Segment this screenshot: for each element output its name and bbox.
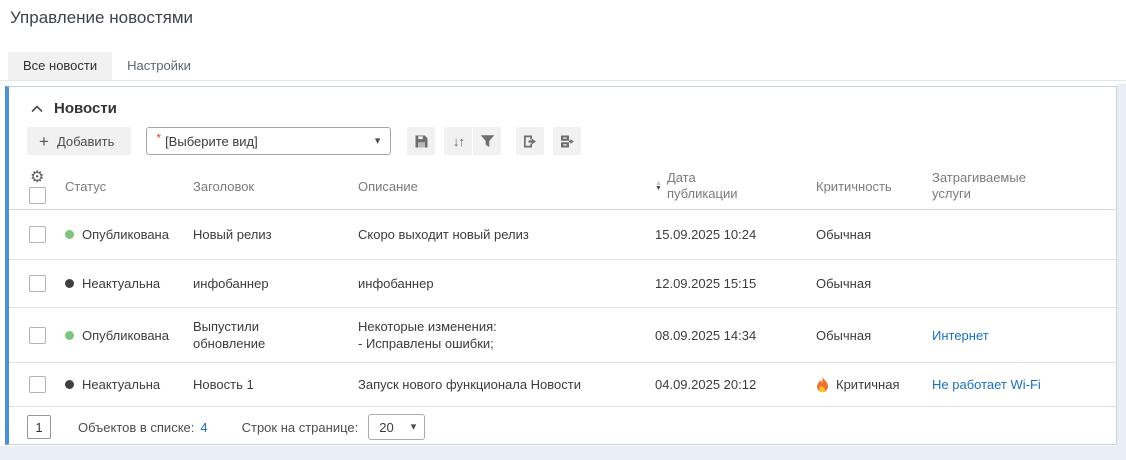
export-structure-icon (559, 134, 575, 149)
horizontal-scrollbar[interactable] (0, 446, 1126, 460)
collapse-chevron-icon[interactable] (31, 105, 43, 113)
panel-title: Новости (54, 100, 117, 117)
column-header-date[interactable]: ▲ ▼ Дата публикации (655, 163, 816, 209)
criticality-label: Критичная (836, 377, 900, 392)
add-button-label: Добавить (57, 134, 114, 149)
objects-count-label: Объектов в списке: (78, 420, 194, 435)
publish-date: 04.09.2025 20:12 (655, 377, 756, 392)
toolbar: + Добавить * [Выберите вид] ▾ ↓↑ (27, 127, 1116, 155)
save-view-button[interactable] (407, 127, 435, 155)
filter-icon (480, 134, 495, 148)
table-footer: 1 Объектов в списке: 4 Строк на странице… (9, 407, 1116, 447)
news-title: Выпустили обновление (193, 318, 323, 352)
column-header-date-label: Дата публикации (667, 170, 751, 202)
add-button[interactable]: + Добавить (27, 127, 131, 155)
caret-down-icon: ▾ (375, 136, 381, 147)
caret-down-icon: ▾ (411, 422, 417, 433)
status-dot (65, 279, 74, 288)
status-dot (65, 331, 74, 340)
table-header: ⚙ Статус Заголовок Описание ▲ ▼ Дата пуб… (9, 163, 1116, 210)
objects-count-value[interactable]: 4 (200, 420, 207, 435)
news-panel: Новости + Добавить * [Выберите вид] ▾ ↓↑ (5, 86, 1117, 445)
publish-date: 08.09.2025 14:34 (655, 328, 756, 343)
news-title: инфобаннер (193, 275, 269, 292)
sort-indicator: ▲ ▼ (655, 181, 662, 191)
column-settings-gear-icon[interactable]: ⚙ (30, 170, 44, 186)
page-number-button[interactable]: 1 (27, 415, 51, 439)
status-label: Опубликована (82, 328, 169, 343)
table-row[interactable]: Неактуальна инфобаннер инфобаннер 12.09.… (9, 260, 1116, 308)
publish-date: 15.09.2025 10:24 (655, 227, 756, 242)
status-dot (65, 230, 74, 239)
tab-all-news[interactable]: Все новости (8, 52, 112, 80)
status-label: Неактуальна (82, 276, 160, 291)
affected-services-link[interactable]: Не работает Wi-Fi (932, 377, 1041, 392)
tab-bar: Все новости Настройки (0, 52, 1126, 81)
export-button[interactable] (516, 127, 544, 155)
column-header-services[interactable]: Затрагиваемые услуги (932, 163, 1116, 209)
news-title: Новый релиз (193, 226, 272, 243)
sort-button[interactable]: ↓↑ (444, 127, 472, 155)
row-checkbox[interactable] (29, 376, 46, 393)
column-header-title[interactable]: Заголовок (193, 163, 358, 209)
save-icon (414, 134, 429, 149)
publish-date: 12.09.2025 15:15 (655, 276, 756, 291)
row-checkbox[interactable] (29, 226, 46, 243)
filter-button[interactable] (473, 127, 501, 155)
news-table: ⚙ Статус Заголовок Описание ▲ ▼ Дата пуб… (9, 163, 1116, 447)
page-title: Управление новостями (10, 8, 193, 28)
news-title: Новость 1 (193, 376, 254, 393)
vertical-scrollbar[interactable] (1117, 84, 1126, 446)
column-header-description[interactable]: Описание (358, 163, 655, 209)
status-dot (65, 380, 74, 389)
required-asterisk: * (156, 131, 161, 145)
criticality-label: Обычная (816, 227, 871, 242)
column-header-services-label: Затрагиваемые услуги (932, 170, 1050, 202)
criticality-label: Обычная (816, 328, 871, 343)
sort-desc-icon: ▼ (655, 186, 662, 191)
affected-services-link[interactable]: Интернет (932, 328, 989, 343)
status-label: Неактуальна (82, 377, 160, 392)
tab-settings[interactable]: Настройки (112, 52, 206, 80)
rows-per-page-select[interactable]: 20 ▾ (368, 414, 425, 440)
column-header-status[interactable]: Статус (65, 163, 193, 209)
news-description: Скоро выходит новый релиз (358, 226, 529, 243)
status-label: Опубликована (82, 227, 169, 242)
view-select[interactable]: * [Выберите вид] ▾ (146, 127, 391, 155)
row-checkbox[interactable] (29, 275, 46, 292)
export-structure-button[interactable] (553, 127, 581, 155)
plus-icon: + (39, 133, 49, 150)
criticality-label: Обычная (816, 276, 871, 291)
column-header-criticality[interactable]: Критичность (816, 163, 932, 209)
select-all-checkbox[interactable] (29, 187, 46, 204)
rows-per-page-label: Строк на странице: (242, 420, 359, 435)
rows-per-page-value: 20 (379, 420, 410, 435)
export-icon (522, 134, 538, 149)
panel-header: Новости (9, 87, 1116, 117)
news-description: Некоторые изменения: - Исправлены ошибки… (358, 318, 497, 352)
sort-arrows-icon: ↓↑ (453, 134, 464, 149)
row-checkbox[interactable] (29, 327, 46, 344)
table-row[interactable]: Опубликована Выпустили обновление Некото… (9, 308, 1116, 363)
table-row[interactable]: Опубликована Новый релиз Скоро выходит н… (9, 210, 1116, 260)
table-row[interactable]: Неактуальна Новость 1 Запуск нового функ… (9, 363, 1116, 407)
critical-flame-icon (816, 377, 829, 393)
news-description: Запуск нового функционала Новости (358, 376, 581, 393)
news-description: инфобаннер (358, 275, 434, 292)
view-select-value: [Выберите вид] (165, 134, 375, 149)
